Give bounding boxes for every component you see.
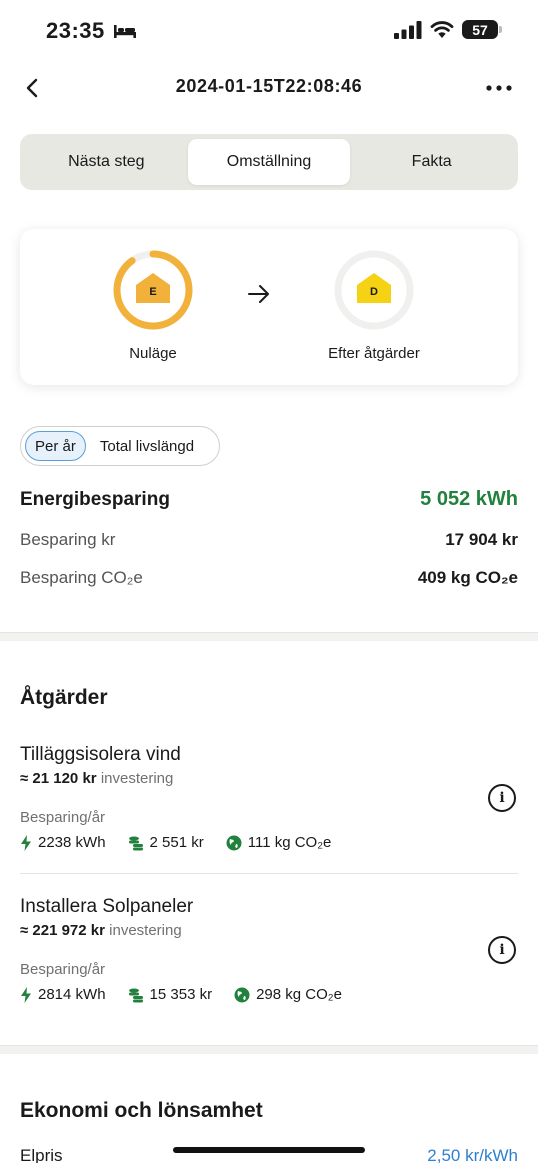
coins-icon: [128, 988, 143, 1002]
more-options-button[interactable]: [484, 74, 514, 102]
lightning-icon: [21, 834, 31, 851]
lifetime-option[interactable]: Total livslängd: [90, 431, 204, 461]
per-year-option[interactable]: Per år: [25, 431, 86, 461]
coins-icon: [128, 836, 143, 850]
current-class-label: Nuläge: [129, 345, 177, 362]
saving-per-year-label: Besparing/år: [20, 809, 106, 826]
period-toggle: Per år Total livslängd: [20, 426, 220, 466]
measures-title: Åtgärder: [20, 686, 108, 709]
current-class-ring: E: [113, 250, 193, 330]
measure-item[interactable]: Tilläggsisolera vind ≈ 21 120 kr investe…: [20, 744, 518, 851]
info-icon[interactable]: i: [488, 936, 516, 964]
co2-value: 111 kg CO₂e: [247, 834, 332, 851]
kwh-stat: 2238 kWh: [20, 834, 106, 851]
status-indicators: 57: [394, 20, 502, 39]
nav-header: 2024-01-15T22:08:46: [0, 62, 538, 114]
saving-per-year-label: Besparing/år: [20, 961, 106, 978]
current-class-letter: E: [149, 286, 156, 298]
kr-value: 15 353 kr: [149, 986, 213, 1003]
investment-label: investering: [109, 922, 182, 939]
after-class-ring: D: [334, 250, 414, 330]
kwh-value: 2814 kWh: [38, 986, 106, 1003]
section-divider: [0, 1045, 538, 1054]
money-saving-value: 17 904 kr: [445, 530, 518, 549]
investment-amount: ≈ 21 120 kr: [20, 770, 97, 787]
measure-title: Tilläggsisolera vind: [20, 744, 181, 765]
after-class-letter: D: [370, 286, 378, 298]
kwh-value: 2238 kWh: [38, 834, 106, 851]
co2-saving-row: Besparing CO₂e 409 kg CO₂e: [20, 568, 518, 588]
info-icon[interactable]: i: [488, 784, 516, 812]
tab-facts[interactable]: Fakta: [350, 139, 513, 185]
investment-label: investering: [100, 770, 174, 787]
energy-saving-value: 5 052 kWh: [420, 488, 518, 510]
lightning-icon: [21, 986, 31, 1003]
co2-stat: 298 kg CO₂e: [234, 986, 342, 1003]
wifi-icon: [430, 20, 454, 38]
tab-transition[interactable]: Omställning: [187, 139, 351, 185]
co2-stat: 111 kg CO₂e: [226, 834, 332, 851]
co2-value: 298 kg CO₂e: [256, 986, 342, 1003]
investment-amount: ≈ 221 972 kr: [20, 922, 105, 939]
energy-saving-row: Energibesparing 5 052 kWh: [20, 488, 518, 511]
money-saving-row: Besparing kr 17 904 kr: [20, 530, 518, 550]
battery-level: 57: [472, 21, 488, 38]
tab-bar: Nästa steg Omställning Fakta: [20, 134, 518, 190]
measure-investment: ≈ 21 120 kr investering: [20, 770, 518, 787]
after-class-label: Efter åtgärder: [328, 345, 420, 362]
kr-stat: 2 551 kr: [128, 834, 204, 851]
kr-value: 2 551 kr: [149, 834, 204, 851]
status-time: 23:35: [46, 18, 137, 44]
energy-saving-label: Energibesparing: [20, 488, 170, 510]
kwh-stat: 2814 kWh: [20, 986, 106, 1003]
battery-indicator: 57: [462, 20, 502, 39]
section-divider: [0, 632, 538, 641]
measure-stats: 2238 kWh 2 551 kr 111 kg CO₂e: [20, 834, 518, 851]
electricity-price-value[interactable]: 2,50 kr/kWh: [427, 1146, 518, 1163]
status-bar: 23:35 57: [0, 0, 538, 62]
more-icon: [486, 85, 512, 91]
signal-icon: [394, 20, 422, 39]
tab-next-steps[interactable]: Nästa steg: [25, 139, 188, 185]
co2-saving-value: 409 kg CO₂e: [417, 568, 518, 587]
page-title: 2024-01-15T22:08:46: [175, 76, 363, 96]
measure-stats: 2814 kWh 15 353 kr 298 kg CO₂e: [20, 986, 518, 1003]
money-saving-label: Besparing kr: [20, 530, 116, 549]
electricity-price-label: Elpris: [20, 1146, 63, 1163]
clock: 23:35: [46, 18, 105, 43]
arrow-right-icon: [248, 285, 269, 303]
sleep-icon: [113, 25, 136, 38]
measure-investment: ≈ 221 972 kr investering: [20, 922, 518, 939]
measure-divider: [20, 873, 518, 874]
co2-saving-label: Besparing CO₂e: [20, 568, 143, 587]
kr-stat: 15 353 kr: [128, 986, 213, 1003]
globe-icon: [226, 835, 242, 850]
economy-title: Ekonomi och lönsamhet: [20, 1099, 263, 1122]
measure-title: Installera Solpaneler: [20, 896, 194, 917]
globe-icon: [234, 987, 250, 1002]
home-indicator: [173, 1147, 365, 1153]
measure-item[interactable]: Installera Solpaneler ≈ 221 972 kr inves…: [20, 896, 518, 1003]
energy-class-card: E Nuläge D Efter åtgärder: [20, 229, 518, 385]
